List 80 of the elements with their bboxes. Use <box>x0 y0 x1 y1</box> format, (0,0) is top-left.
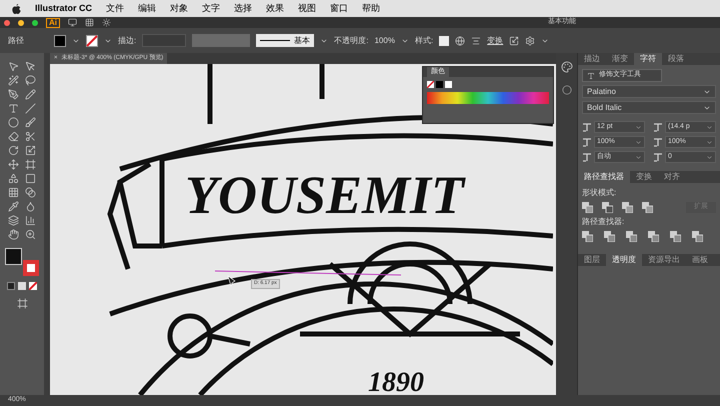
minus-front-icon[interactable] <box>602 202 613 213</box>
ellipse-tool-icon[interactable] <box>8 117 19 128</box>
shape-modes-label: 形状模式: <box>582 187 618 199</box>
opacity-label: 不透明度: <box>334 34 368 46</box>
menu-item[interactable]: 帮助 <box>362 2 380 16</box>
minimize-window-icon[interactable] <box>18 20 24 26</box>
menu-item[interactable]: 编辑 <box>138 2 156 16</box>
app-logo: Ai <box>46 18 60 28</box>
stroke-weight-field[interactable] <box>142 34 186 47</box>
brush-icon[interactable] <box>25 117 36 128</box>
menu-item[interactable]: 文件 <box>106 2 124 16</box>
variable-width-field[interactable] <box>192 34 250 47</box>
fill-swatch[interactable] <box>54 34 66 46</box>
caret-icon[interactable] <box>635 138 642 146</box>
caret-icon[interactable] <box>706 154 713 160</box>
menu-item[interactable]: 对象 <box>170 2 188 16</box>
menu-item[interactable]: 窗口 <box>330 2 348 16</box>
font-family-field[interactable]: Palatino <box>582 85 716 98</box>
arrange-documents-icon[interactable] <box>85 18 94 27</box>
line-tool-icon[interactable] <box>25 103 36 114</box>
stroke-none-swatch[interactable] <box>86 34 98 46</box>
menu-item[interactable]: 视图 <box>298 2 316 16</box>
style-label: 样式: <box>414 34 434 46</box>
options-icon[interactable] <box>525 36 536 46</box>
eyedropper-icon[interactable] <box>8 201 19 212</box>
unite-icon[interactable] <box>582 202 593 213</box>
pathfinders-label: 路径查找器: <box>582 216 626 228</box>
style-swatch[interactable] <box>439 36 450 46</box>
caret-icon[interactable] <box>706 124 713 130</box>
color-mode-swatch[interactable] <box>7 282 15 290</box>
selection-tool-icon[interactable] <box>8 61 19 72</box>
align-icon[interactable] <box>471 36 482 46</box>
shape-builder-icon[interactable] <box>8 173 19 184</box>
transform-link[interactable]: 变换 <box>487 34 504 46</box>
pencil-icon[interactable] <box>25 89 36 100</box>
eraser-icon[interactable] <box>8 131 19 142</box>
stroke-label: 描边: <box>118 34 136 46</box>
touch-type-icon[interactable] <box>587 72 595 80</box>
type-tool-icon[interactable] <box>8 103 19 114</box>
move-icon[interactable] <box>8 159 19 170</box>
zoom-icon[interactable] <box>25 229 36 240</box>
mesh-icon[interactable] <box>8 187 19 198</box>
pen-tool-icon[interactable] <box>8 89 19 100</box>
panel-tab[interactable]: 透明度 <box>606 254 642 266</box>
fill-default-swatch[interactable] <box>436 81 443 88</box>
exclude-icon[interactable] <box>642 202 653 213</box>
opacity-field[interactable]: 100% <box>374 34 395 46</box>
color-spectrum[interactable] <box>427 92 549 104</box>
none-mode-swatch[interactable] <box>29 282 37 290</box>
scissors-icon[interactable] <box>25 131 36 142</box>
app-name[interactable]: Illustrator CC <box>35 2 92 16</box>
font-style-field[interactable]: Bold Italic <box>582 101 716 114</box>
panel-tab[interactable]: 字符 <box>634 53 662 65</box>
rotate-icon[interactable] <box>8 145 19 156</box>
intersect-icon[interactable] <box>622 202 633 213</box>
graph-tool-icon[interactable] <box>25 215 36 226</box>
close-window-icon[interactable] <box>4 20 10 26</box>
color-panel-icon[interactable] <box>560 61 572 73</box>
caret-icon[interactable] <box>635 154 642 160</box>
hand-tool-icon[interactable] <box>8 229 19 240</box>
menu-item[interactable]: 选择 <box>234 2 252 16</box>
menu-item[interactable]: 文字 <box>202 2 220 16</box>
apple-icon[interactable] <box>12 4 21 14</box>
selection-type: 路径 <box>8 34 25 46</box>
none-swatch[interactable] <box>427 81 434 88</box>
lasso-icon[interactable] <box>25 75 36 86</box>
direct-selection-icon[interactable] <box>25 61 36 72</box>
caret-icon[interactable] <box>635 124 642 130</box>
stroke-profile-field[interactable]: 基本 <box>256 34 314 47</box>
magic-wand-icon[interactable] <box>8 75 19 86</box>
year-text: 1890 <box>368 369 424 395</box>
stroke-default-swatch[interactable] <box>445 81 452 88</box>
zoom-window-icon[interactable] <box>32 20 38 26</box>
banner-text: YOUSEMIT <box>185 168 464 222</box>
fill-swatch[interactable] <box>5 248 22 265</box>
panel-tab[interactable]: 路径查找器 <box>578 171 630 183</box>
gradient-mode-swatch[interactable] <box>18 282 26 290</box>
stroke-swatch[interactable] <box>23 260 39 276</box>
menu-item[interactable]: 效果 <box>266 2 284 16</box>
caret-icon[interactable] <box>706 138 713 146</box>
